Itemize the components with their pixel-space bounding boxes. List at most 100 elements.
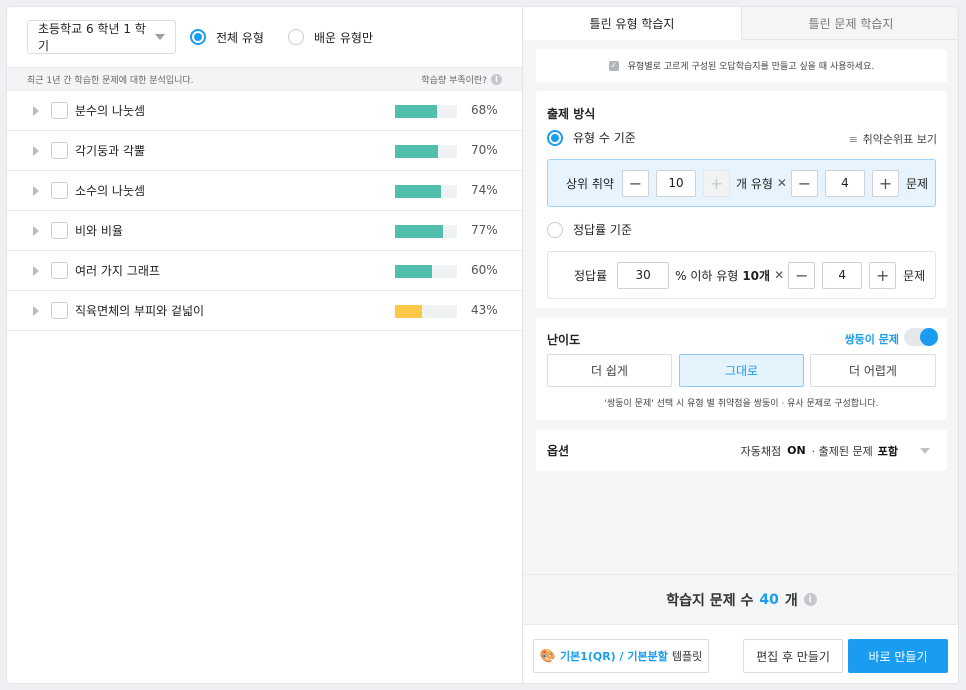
info-icon: i	[491, 73, 502, 85]
rank-table-link[interactable]: ≡ 취약순위표 보기	[849, 131, 937, 147]
difficulty-note: '쌍둥이 문제' 선택 시 유형 별 취약점을 쌍둥이 · 유사 문제로 구성합…	[604, 399, 879, 409]
topic-row[interactable]: 분수의 나눗셈 68%	[7, 91, 522, 131]
question-unit-label: 문제	[905, 176, 929, 191]
diff-harder-button[interactable]: 더 어렵게	[810, 354, 936, 387]
topic-row[interactable]: 각기둥과 각뿔 70%	[7, 131, 522, 171]
filter-header: 초등학교 6 학년 1 학기 전체 유형 배운 유형만	[7, 7, 522, 67]
method-title: 출제 방식	[547, 107, 596, 121]
list-icon: ≡	[848, 132, 858, 146]
expand-icon[interactable]	[33, 265, 39, 276]
opt-include-value: 포함	[877, 444, 898, 458]
topic-row[interactable]: 직육면체의 부피와 겉넓이 43%	[7, 291, 522, 331]
footer-bar: 🎨 기본1(QR) / 기본분할 템플릿 편집 후 만들기 바로 만들기	[523, 624, 958, 683]
hint-card: ✓ 유형별로 고르게 구성된 오답학습지를 만들고 싶을 때 사용하세요.	[536, 49, 947, 82]
progress-track	[395, 145, 457, 158]
options-card[interactable]: 옵션 자동채점 ON · 출제된 문제 포함	[536, 430, 947, 471]
top-weak-minus-button[interactable]: −	[621, 169, 649, 197]
topic-percent: 77%	[471, 223, 498, 237]
topic-checkbox[interactable]	[51, 222, 68, 239]
topic-list: 분수의 나눗셈 68% 각기둥과 각뿔 70% 소수의 나눗셈 74% 비와 비율 77% 여러…	[7, 91, 522, 331]
method-card: 출제 방식 유형 수 기준 ≡ 취약순위표 보기 상위 취약 − 10 + 개 …	[536, 91, 947, 308]
tab-wrong-type[interactable]: 틀린 유형 학습지	[523, 7, 741, 40]
top-weak-input[interactable]: 10	[655, 169, 696, 197]
progress-track	[395, 105, 457, 118]
app-window: 초등학교 6 학년 1 학기 전체 유형 배운 유형만 최근 1년 간 학습한 …	[6, 6, 959, 684]
opt-on-value: ON	[787, 444, 806, 457]
filter-all-label: 전체 유형	[216, 30, 264, 45]
rate-per-type-input[interactable]: 4	[822, 261, 863, 289]
topic-checkbox[interactable]	[51, 102, 68, 119]
topic-percent: 43%	[471, 303, 498, 317]
rate-per-type-plus-button[interactable]: +	[869, 261, 897, 289]
tab-bar: 틀린 유형 학습지 틀린 문제 학습지	[523, 7, 958, 40]
template-button[interactable]: 🎨 기본1(QR) / 기본분할 템플릿	[533, 639, 709, 673]
radio-selected-icon	[547, 129, 563, 146]
topic-row[interactable]: 여러 가지 그래프 60%	[7, 251, 522, 291]
by-rate-label: 정답률 기준	[573, 223, 633, 237]
by-count-radio[interactable]: 유형 수 기준	[547, 129, 636, 146]
rank-link-label: 취약순위표 보기	[862, 133, 937, 146]
info-bar: 최근 1년 간 학습한 문제에 대한 분석입니다. 학습량 부족이란? i	[7, 67, 522, 91]
opt-auto-label: 자동채점	[740, 444, 782, 458]
expand-icon[interactable]	[33, 305, 39, 316]
topic-label: 비와 비율	[75, 224, 123, 238]
twin-toggle[interactable]	[904, 328, 938, 346]
count-unit: 개	[784, 592, 798, 609]
progress-track	[395, 225, 457, 238]
by-count-label: 유형 수 기준	[573, 131, 636, 145]
count-label: 학습지 문제 수	[666, 592, 754, 609]
progress-fill	[395, 305, 422, 318]
expand-icon[interactable]	[33, 225, 39, 236]
topic-row[interactable]: 비와 비율 77%	[7, 211, 522, 251]
make-now-button[interactable]: 바로 만들기	[848, 639, 948, 673]
hint-text: 유형별로 고르게 구성된 오답학습지를 만들고 싶을 때 사용하세요.	[627, 62, 875, 72]
topic-checkbox[interactable]	[51, 262, 68, 279]
top-weak-plus-button[interactable]: +	[702, 169, 730, 197]
rate-suffix-text: % 이하 유형	[675, 268, 739, 283]
per-type-plus-button[interactable]: +	[871, 169, 899, 197]
difficulty-card: 난이도 쌍둥이 문제 더 쉽게 그대로 더 어렵게 '쌍둥이 문제' 선택 시 …	[536, 318, 947, 420]
info-icon[interactable]: i	[803, 593, 817, 606]
expand-icon[interactable]	[33, 185, 39, 196]
count-config-box: 상위 취약 − 10 + 개 유형 ✕ − 4 + 문제	[547, 159, 936, 207]
palette-icon: 🎨	[539, 648, 556, 664]
edit-then-make-button[interactable]: 편집 후 만들기	[743, 639, 843, 673]
topic-checkbox[interactable]	[51, 302, 68, 319]
multiply-icon: ✕	[776, 176, 787, 190]
progress-track	[395, 185, 457, 198]
difficulty-title: 난이도	[547, 333, 581, 347]
diff-easier-button[interactable]: 더 쉽게	[547, 354, 672, 387]
filter-learned-radio[interactable]: 배운 유형만	[287, 29, 373, 46]
progress-fill	[395, 185, 441, 198]
progress-fill	[395, 265, 433, 278]
help-link[interactable]: 학습량 부족이란? i	[421, 73, 502, 86]
topic-checkbox[interactable]	[51, 142, 68, 159]
per-type-minus-button[interactable]: −	[790, 169, 818, 197]
topic-checkbox[interactable]	[51, 182, 68, 199]
tab-wrong-question[interactable]: 틀린 문제 학습지	[741, 7, 958, 40]
grade-select[interactable]: 초등학교 6 학년 1 학기	[27, 20, 176, 54]
rate-per-type-minus-button[interactable]: −	[788, 261, 816, 289]
worksheet-panel: 틀린 유형 학습지 틀린 문제 학습지 ✓ 유형별로 고르게 구성된 오답학습지…	[523, 7, 958, 683]
template-label: 템플릿	[671, 650, 703, 663]
chevron-down-icon	[155, 34, 165, 40]
by-rate-radio[interactable]: 정답률 기준	[547, 221, 632, 238]
expand-icon[interactable]	[33, 145, 39, 156]
opt-sep-label: · 출제된 문제	[811, 444, 873, 458]
progress-track	[395, 265, 457, 278]
analysis-panel: 초등학교 6 학년 1 학기 전체 유형 배운 유형만 최근 1년 간 학습한 …	[7, 7, 523, 683]
filter-all-radio[interactable]: 전체 유형	[190, 29, 264, 46]
multiply-icon: ✕	[774, 268, 785, 282]
top-weak-label: 상위 취약	[566, 176, 614, 191]
progress-fill	[395, 145, 439, 158]
diff-same-button[interactable]: 그대로	[679, 354, 804, 387]
topic-label: 직육면체의 부피와 겉넓이	[75, 304, 205, 318]
check-icon: ✓	[608, 60, 619, 71]
topic-row[interactable]: 소수의 나눗셈 74%	[7, 171, 522, 211]
expand-icon[interactable]	[33, 105, 39, 116]
info-text: 최근 1년 간 학습한 문제에 대한 분석입니다.	[27, 75, 194, 86]
rate-input[interactable]: 30	[617, 261, 670, 289]
template-name: 기본1(QR) / 기본분할	[559, 650, 668, 663]
per-type-input[interactable]: 4	[824, 169, 865, 197]
filter-learned-label: 배운 유형만	[313, 30, 373, 45]
